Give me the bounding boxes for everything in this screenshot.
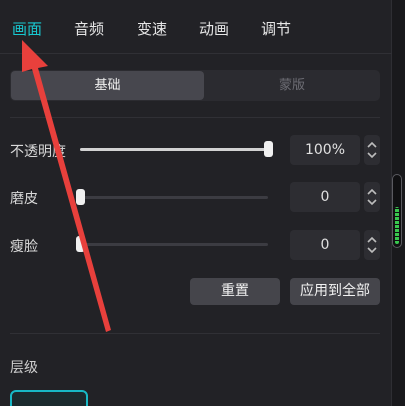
tab-audio[interactable]: 音频 bbox=[74, 18, 104, 39]
slim-face-slider-thumb[interactable] bbox=[76, 236, 85, 252]
opacity-slider[interactable] bbox=[80, 141, 273, 157]
opacity-spinner[interactable] bbox=[364, 135, 380, 165]
slim-face-value-field[interactable]: 0 bbox=[290, 230, 360, 260]
tab-bar: 画面 音频 变速 动画 调节 bbox=[0, 0, 392, 54]
smooth-skin-slider-thumb[interactable] bbox=[76, 189, 85, 205]
opacity-label: 不透明度 bbox=[10, 144, 66, 160]
opacity-slider-fill bbox=[80, 148, 268, 151]
basic-mask-toggle: 基础 蒙版 bbox=[10, 70, 380, 101]
audio-level-fill bbox=[395, 206, 399, 244]
layer-item[interactable] bbox=[10, 390, 88, 406]
spinner-arrows-icon bbox=[367, 236, 377, 254]
divider bbox=[10, 333, 380, 334]
smooth-skin-spinner[interactable] bbox=[364, 182, 380, 212]
divider bbox=[10, 117, 380, 118]
reset-button[interactable]: 重置 bbox=[190, 278, 280, 305]
spinner-arrows-icon bbox=[367, 141, 377, 159]
smooth-skin-slider[interactable] bbox=[76, 189, 268, 205]
tab-adjust[interactable]: 调节 bbox=[261, 18, 291, 39]
opacity-value-field[interactable]: 100% bbox=[290, 135, 360, 165]
slim-face-label: 瘦脸 bbox=[10, 239, 38, 255]
smooth-skin-value-field[interactable]: 0 bbox=[290, 182, 360, 212]
segment-basic[interactable]: 基础 bbox=[11, 71, 204, 100]
slim-face-spinner[interactable] bbox=[364, 230, 380, 260]
audio-level-meter bbox=[392, 174, 402, 248]
tab-animation[interactable]: 动画 bbox=[199, 18, 229, 39]
spinner-arrows-icon bbox=[367, 188, 377, 206]
opacity-slider-thumb[interactable] bbox=[264, 141, 273, 157]
smooth-skin-label: 磨皮 bbox=[10, 191, 38, 207]
tab-speed[interactable]: 变速 bbox=[137, 18, 167, 39]
apply-to-all-button[interactable]: 应用到全部 bbox=[290, 278, 380, 305]
segment-mask[interactable]: 蒙版 bbox=[204, 70, 380, 101]
slim-face-slider[interactable] bbox=[76, 236, 268, 252]
properties-panel: 画面 音频 变速 动画 调节 基础 蒙版 不透明度 100% 磨皮 0 瘦脸 0… bbox=[0, 0, 392, 406]
layer-label: 层级 bbox=[10, 360, 38, 376]
tab-video[interactable]: 画面 bbox=[12, 18, 42, 39]
